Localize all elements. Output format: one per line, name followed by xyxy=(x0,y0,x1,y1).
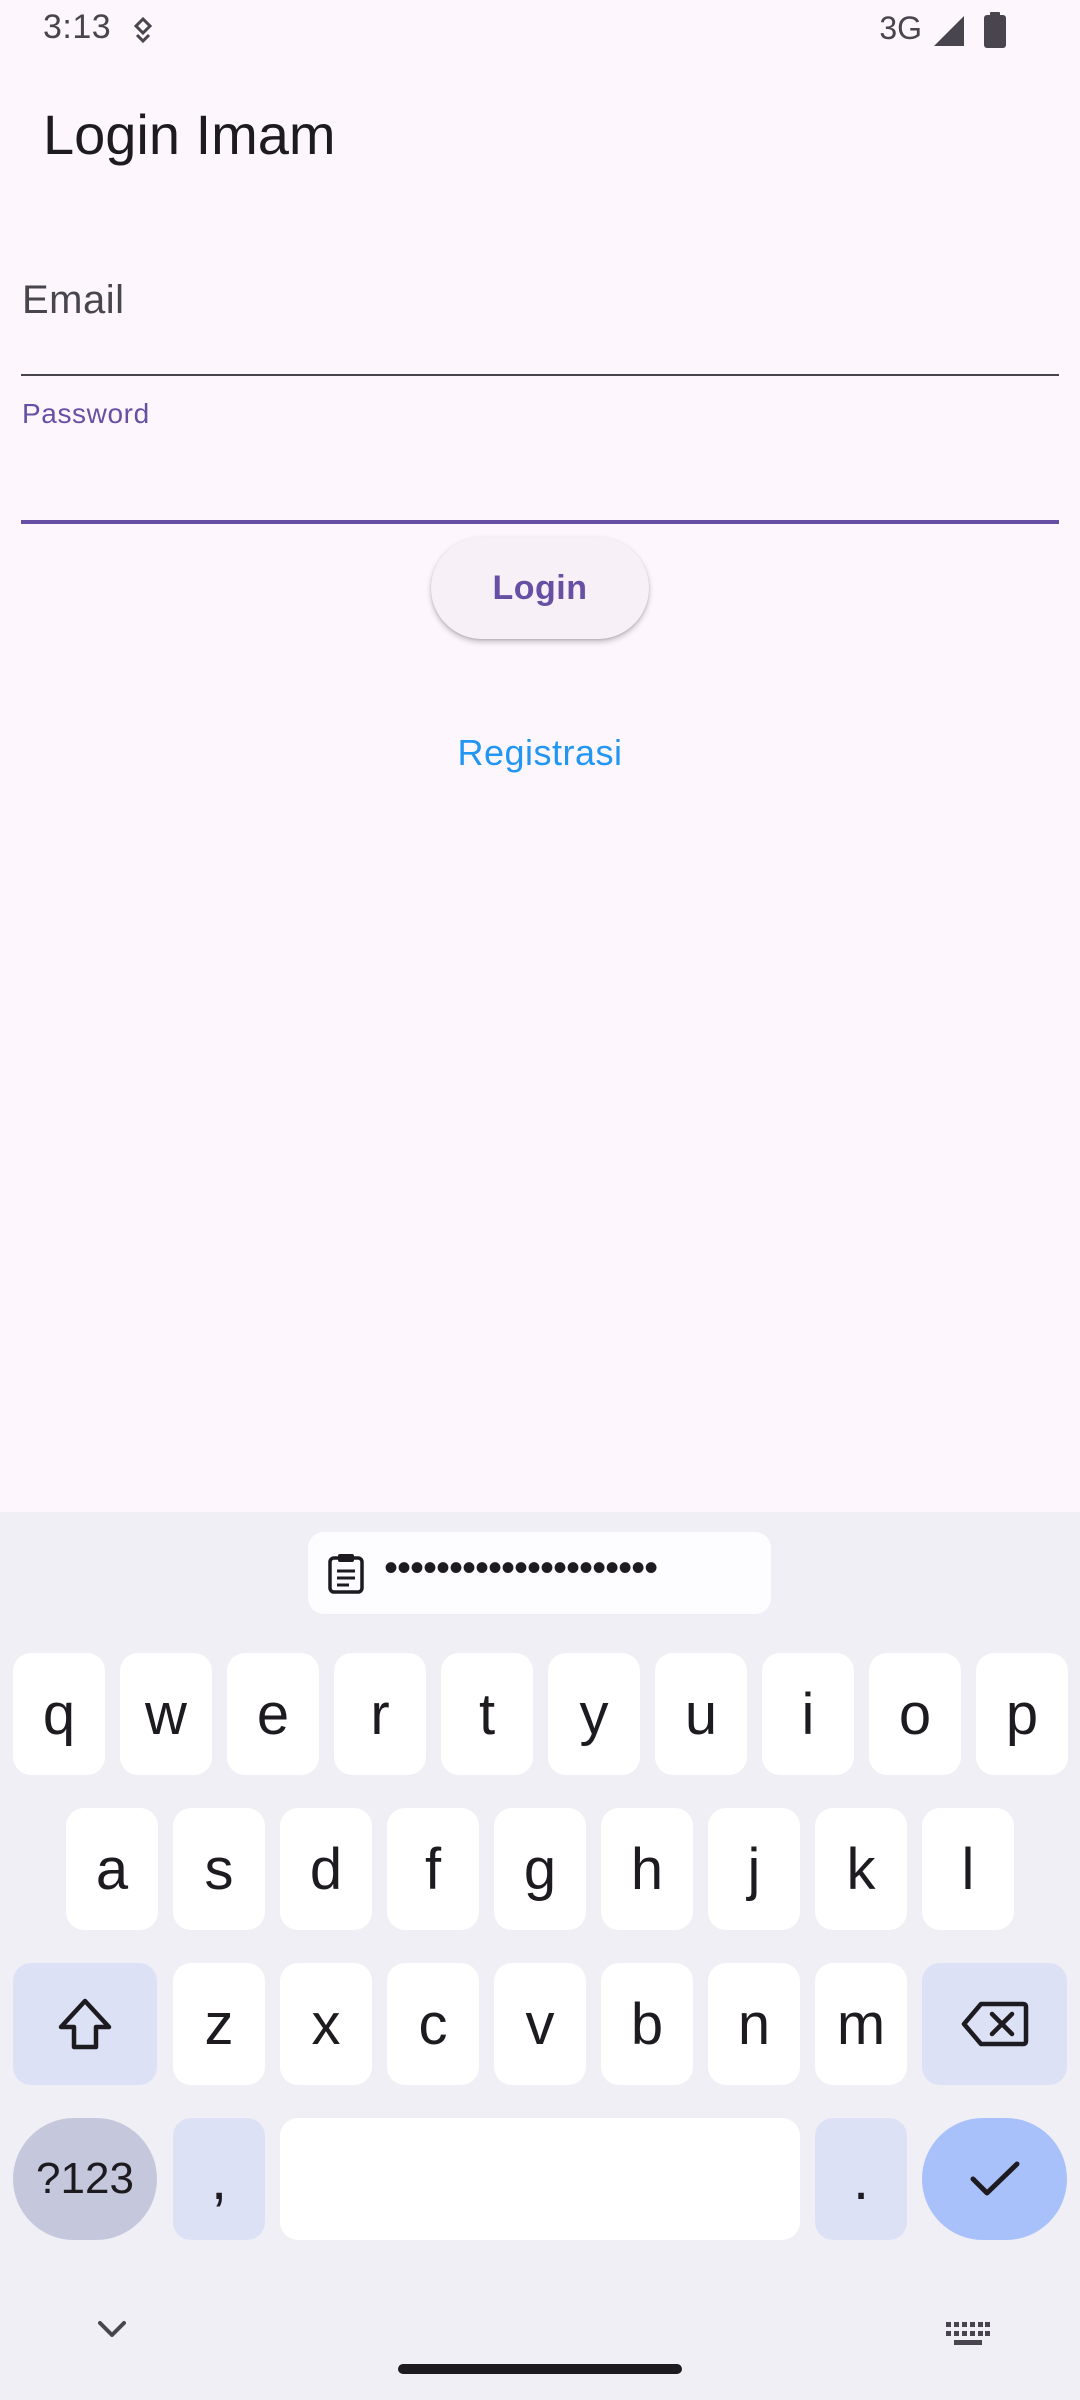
key-o[interactable]: o xyxy=(869,1653,961,1775)
status-time: 3:13 xyxy=(43,8,112,46)
signal-icon xyxy=(934,16,964,46)
key-h[interactable]: h xyxy=(601,1808,693,1930)
keyboard-icon[interactable] xyxy=(946,2322,990,2346)
key-e[interactable]: e xyxy=(227,1653,319,1775)
key-l[interactable]: l xyxy=(922,1808,1014,1930)
password-input[interactable] xyxy=(21,440,1059,520)
clipboard-suggestion-text: ••••••••••••••••••••• xyxy=(384,1546,658,1590)
key-v[interactable]: v xyxy=(494,1963,586,2085)
enter-key[interactable] xyxy=(922,2118,1067,2240)
network-type: 3G xyxy=(879,10,922,46)
key-d[interactable]: d xyxy=(280,1808,372,1930)
key-c[interactable]: c xyxy=(387,1963,479,2085)
key-y[interactable]: y xyxy=(548,1653,640,1775)
register-link[interactable]: Registrasi xyxy=(0,732,1080,774)
key-r[interactable]: r xyxy=(334,1653,426,1775)
symbols-key[interactable]: ?123 xyxy=(13,2118,157,2240)
key-x[interactable]: x xyxy=(280,1963,372,2085)
clipboard-icon xyxy=(328,1554,364,1594)
key-i[interactable]: i xyxy=(762,1653,854,1775)
key-b[interactable]: b xyxy=(601,1963,693,2085)
clipboard-suggestion[interactable]: ••••••••••••••••••••• xyxy=(308,1532,771,1614)
key-q[interactable]: q xyxy=(13,1653,105,1775)
key-z[interactable]: z xyxy=(173,1963,265,2085)
chevron-down-icon[interactable] xyxy=(96,2318,128,2340)
login-button-label: Login xyxy=(492,568,588,607)
email-label[interactable]: Email xyxy=(22,278,125,323)
shift-key[interactable] xyxy=(13,1963,157,2085)
home-indicator[interactable] xyxy=(398,2364,682,2374)
key-n[interactable]: n xyxy=(708,1963,800,2085)
key-w[interactable]: w xyxy=(120,1653,212,1775)
comma-key[interactable]: , xyxy=(173,2118,265,2240)
key-j[interactable]: j xyxy=(708,1808,800,1930)
login-button[interactable]: Login xyxy=(431,537,649,639)
key-p[interactable]: p xyxy=(976,1653,1068,1775)
app-notification-icon xyxy=(133,16,153,44)
key-a[interactable]: a xyxy=(66,1808,158,1930)
register-link-label[interactable]: Registrasi xyxy=(457,732,622,773)
key-k[interactable]: k xyxy=(815,1808,907,1930)
keyboard: ••••••••••••••••••••• q w e r t y u i o … xyxy=(0,1512,1080,2400)
shift-icon xyxy=(58,1998,112,2050)
key-g[interactable]: g xyxy=(494,1808,586,1930)
key-m[interactable]: m xyxy=(815,1963,907,2085)
key-s[interactable]: s xyxy=(173,1808,265,1930)
password-label: Password xyxy=(22,398,150,429)
backspace-key[interactable] xyxy=(922,1963,1067,2085)
backspace-icon xyxy=(961,2001,1028,2047)
key-f[interactable]: f xyxy=(387,1808,479,1930)
email-underline xyxy=(21,374,1059,376)
period-key[interactable]: . xyxy=(815,2118,907,2240)
password-underline xyxy=(21,520,1059,524)
key-u[interactable]: u xyxy=(655,1653,747,1775)
check-icon xyxy=(970,2161,1019,2196)
space-key[interactable] xyxy=(280,2118,800,2240)
battery-icon xyxy=(984,12,1006,48)
key-t[interactable]: t xyxy=(441,1653,533,1775)
page-title: Login Imam xyxy=(43,103,336,166)
status-bar: 3:13 3G xyxy=(0,0,1080,62)
